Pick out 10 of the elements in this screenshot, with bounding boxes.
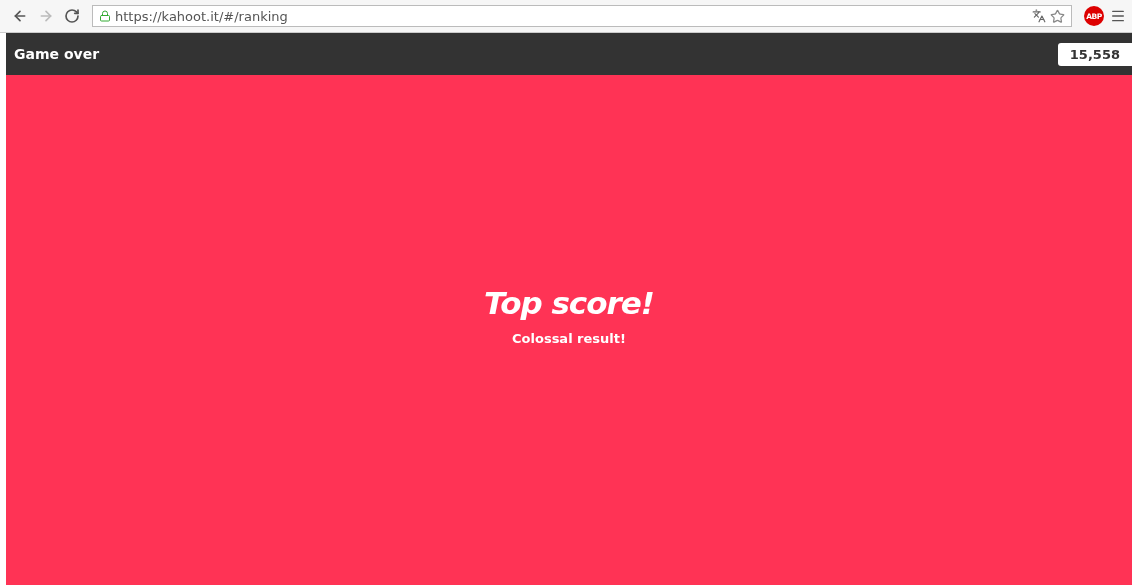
result-title: Top score! xyxy=(484,284,654,321)
menu-icon[interactable] xyxy=(1110,8,1126,24)
score-badge: 15,558 xyxy=(1057,42,1132,66)
header-title: Game over xyxy=(14,46,100,62)
translate-icon[interactable] xyxy=(1032,9,1046,23)
star-icon[interactable] xyxy=(1050,8,1065,24)
address-bar[interactable]: https://kahoot.it/#/ranking xyxy=(92,5,1072,27)
result-subtitle: Colossal result! xyxy=(512,330,626,346)
url-text: https://kahoot.it/#/ranking xyxy=(115,8,289,24)
reload-button[interactable] xyxy=(62,6,82,26)
